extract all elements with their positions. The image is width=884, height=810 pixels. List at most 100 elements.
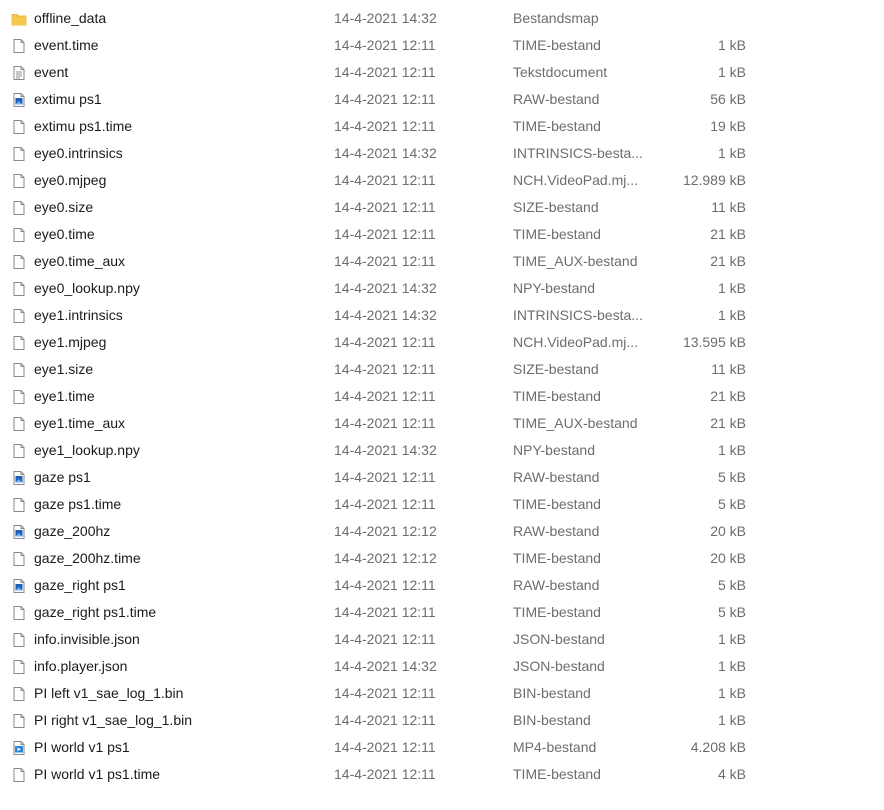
file-row[interactable]: extimu ps1.time 14-4-2021 12:11 TIME-besta… — [0, 113, 884, 140]
file-modified-date: 14-4-2021 12:11 — [334, 766, 436, 782]
file-size: 21 kB — [710, 388, 746, 404]
file-type: RAW-bestand — [513, 91, 600, 107]
file-modified-date: 14-4-2021 12:11 — [334, 118, 436, 134]
file-modified-date: 14-4-2021 12:11 — [334, 685, 436, 701]
blank-file-icon — [11, 113, 27, 140]
file-name: extimu ps1.time — [34, 118, 133, 134]
file-type: RAW-bestand — [513, 469, 600, 485]
file-row[interactable]: event 14-4-2021 12:11 Tekstdocument 1 kB — [0, 59, 884, 86]
file-row[interactable]: gaze_right ps1 14-4-2021 12:11 RAW-bestand… — [0, 572, 884, 599]
file-type: NCH.VideoPad.mj... — [513, 334, 639, 350]
blank-file-icon-glyph — [13, 38, 25, 53]
file-row[interactable]: gaze_right ps1.time 14-4-2021 12:11 TIME-b… — [0, 599, 884, 626]
file-row[interactable]: eye1.intrinsics 14-4-2021 14:32 INTRINSICS… — [0, 302, 884, 329]
file-row[interactable]: eye1.time 14-4-2021 12:11 TIME-bestand 21 k… — [0, 383, 884, 410]
file-row[interactable]: extimu ps1 14-4-2021 12:11 RAW-bestand 56 k… — [0, 86, 884, 113]
file-type: BIN-bestand — [513, 712, 591, 728]
file-size: 5 kB — [717, 496, 746, 512]
file-type: INTRINSICS-besta... — [513, 307, 643, 323]
blank-file-icon-glyph — [13, 659, 25, 674]
file-row[interactable]: PI right v1_sae_log_1.bin 14-4-2021 12:11… — [0, 707, 884, 734]
file-type: NPY-bestand — [513, 442, 595, 458]
file-modified-date: 14-4-2021 12:11 — [334, 469, 436, 485]
file-type: TIME-bestand — [513, 550, 601, 566]
file-type: INTRINSICS-besta... — [513, 145, 643, 161]
file-size: 21 kB — [710, 253, 746, 269]
file-row[interactable]: eye0.intrinsics 14-4-2021 14:32 INTRINSICS… — [0, 140, 884, 167]
image-file-icon — [11, 518, 27, 545]
file-type: MP4-bestand — [513, 739, 597, 755]
file-row[interactable]: gaze_200hz 14-4-2021 12:12 RAW-bestand 20 k… — [0, 518, 884, 545]
file-row[interactable]: eye0.time_aux 14-4-2021 12:11 TIME_AUX-bes… — [0, 248, 884, 275]
file-name: info.player.json — [34, 658, 128, 674]
file-size: 1 kB — [717, 658, 746, 674]
file-row[interactable]: gaze ps1.time 14-4-2021 12:11 TIME-bestand… — [0, 491, 884, 518]
file-row[interactable]: gaze ps1 14-4-2021 12:11 RAW-bestand 5 kB — [0, 464, 884, 491]
image-file-icon — [11, 464, 27, 491]
file-modified-date: 14-4-2021 14:32 — [334, 145, 437, 161]
file-row[interactable]: event.time 14-4-2021 12:11 TIME-bestand 1 k… — [0, 32, 884, 59]
file-name: gaze ps1 — [34, 469, 91, 485]
file-row[interactable]: eye0.time 14-4-2021 12:11 TIME-bestand 21 k… — [0, 221, 884, 248]
file-name: eye1.time — [34, 388, 95, 404]
file-type: Bestandsmap — [513, 10, 599, 26]
file-size: 1 kB — [717, 712, 746, 728]
file-size: 11 kB — [711, 361, 746, 377]
file-size: 21 kB — [710, 415, 746, 431]
blank-file-icon — [11, 167, 27, 194]
file-row[interactable]: eye0.size 14-4-2021 12:11 SIZE-bestand 11 k… — [0, 194, 884, 221]
file-row[interactable]: eye1.mjpeg 14-4-2021 12:11 NCH.VideoPad.mj… — [0, 329, 884, 356]
blank-file-icon-glyph — [13, 308, 25, 323]
file-type: TIME-bestand — [513, 496, 601, 512]
blank-file-icon — [11, 545, 27, 572]
file-row[interactable]: eye1.size 14-4-2021 12:11 SIZE-bestand 11 k… — [0, 356, 884, 383]
file-modified-date: 14-4-2021 12:11 — [334, 361, 436, 377]
file-row[interactable]: eye0.mjpeg 14-4-2021 12:11 NCH.VideoPad.mj… — [0, 167, 884, 194]
folder-icon-glyph — [11, 13, 27, 25]
blank-file-icon — [11, 356, 27, 383]
file-name: eye0.mjpeg — [34, 172, 107, 188]
file-type: NCH.VideoPad.mj... — [513, 172, 639, 188]
file-name: eye0.time_aux — [34, 253, 126, 269]
blank-file-icon — [11, 383, 27, 410]
blank-file-icon — [11, 653, 27, 680]
file-size: 1 kB — [717, 280, 746, 296]
file-list: offline_data 14-4-2021 14:32 Bestandsmap e… — [0, 5, 884, 788]
file-name: PI world v1 ps1.time — [34, 766, 161, 782]
blank-file-icon-glyph — [13, 767, 25, 782]
file-name: event.time — [34, 37, 99, 53]
file-row[interactable]: PI world v1 ps1.time 14-4-2021 12:11 TIME-… — [0, 761, 884, 788]
file-row[interactable]: eye1_lookup.npy 14-4-2021 14:32 NPY-bestan… — [0, 437, 884, 464]
file-name: eye0.size — [34, 199, 94, 215]
blank-file-icon — [11, 275, 27, 302]
file-size: 4 kB — [717, 766, 746, 782]
file-row[interactable]: eye0_lookup.npy 14-4-2021 14:32 NPY-bestan… — [0, 275, 884, 302]
file-size: 20 kB — [710, 550, 746, 566]
blank-file-icon-glyph — [13, 281, 25, 296]
file-size: 1 kB — [717, 685, 746, 701]
file-row[interactable]: offline_data 14-4-2021 14:32 Bestandsmap — [0, 5, 884, 32]
file-modified-date: 14-4-2021 12:12 — [334, 550, 437, 566]
file-size: 1 kB — [717, 631, 746, 647]
file-row[interactable]: info.invisible.json 14-4-2021 12:11 JSON-b… — [0, 626, 884, 653]
file-name: eye1.time_aux — [34, 415, 126, 431]
file-modified-date: 14-4-2021 12:11 — [334, 604, 436, 620]
file-row[interactable]: PI world v1 ps1 14-4-2021 12:11 MP4-bestan… — [0, 734, 884, 761]
file-modified-date: 14-4-2021 12:11 — [334, 172, 436, 188]
file-type: TIME-bestand — [513, 118, 601, 134]
blank-file-icon-glyph — [13, 200, 25, 215]
image-file-icon-glyph — [13, 92, 25, 107]
file-modified-date: 14-4-2021 14:32 — [334, 10, 437, 26]
file-row[interactable]: gaze_200hz.time 14-4-2021 12:12 TIME-besta… — [0, 545, 884, 572]
file-name: gaze_200hz.time — [34, 550, 141, 566]
file-row[interactable]: PI left v1_sae_log_1.bin 14-4-2021 12:11 B… — [0, 680, 884, 707]
blank-file-icon — [11, 707, 27, 734]
file-row[interactable]: info.player.json 14-4-2021 14:32 JSON-best… — [0, 653, 884, 680]
file-type: RAW-bestand — [513, 523, 600, 539]
blank-file-icon — [11, 329, 27, 356]
file-size: 1 kB — [717, 307, 746, 323]
file-size: 1 kB — [717, 442, 746, 458]
file-row[interactable]: eye1.time_aux 14-4-2021 12:11 TIME_AUX-bes… — [0, 410, 884, 437]
file-name: eye1.size — [34, 361, 94, 377]
file-modified-date: 14-4-2021 12:11 — [334, 226, 436, 242]
